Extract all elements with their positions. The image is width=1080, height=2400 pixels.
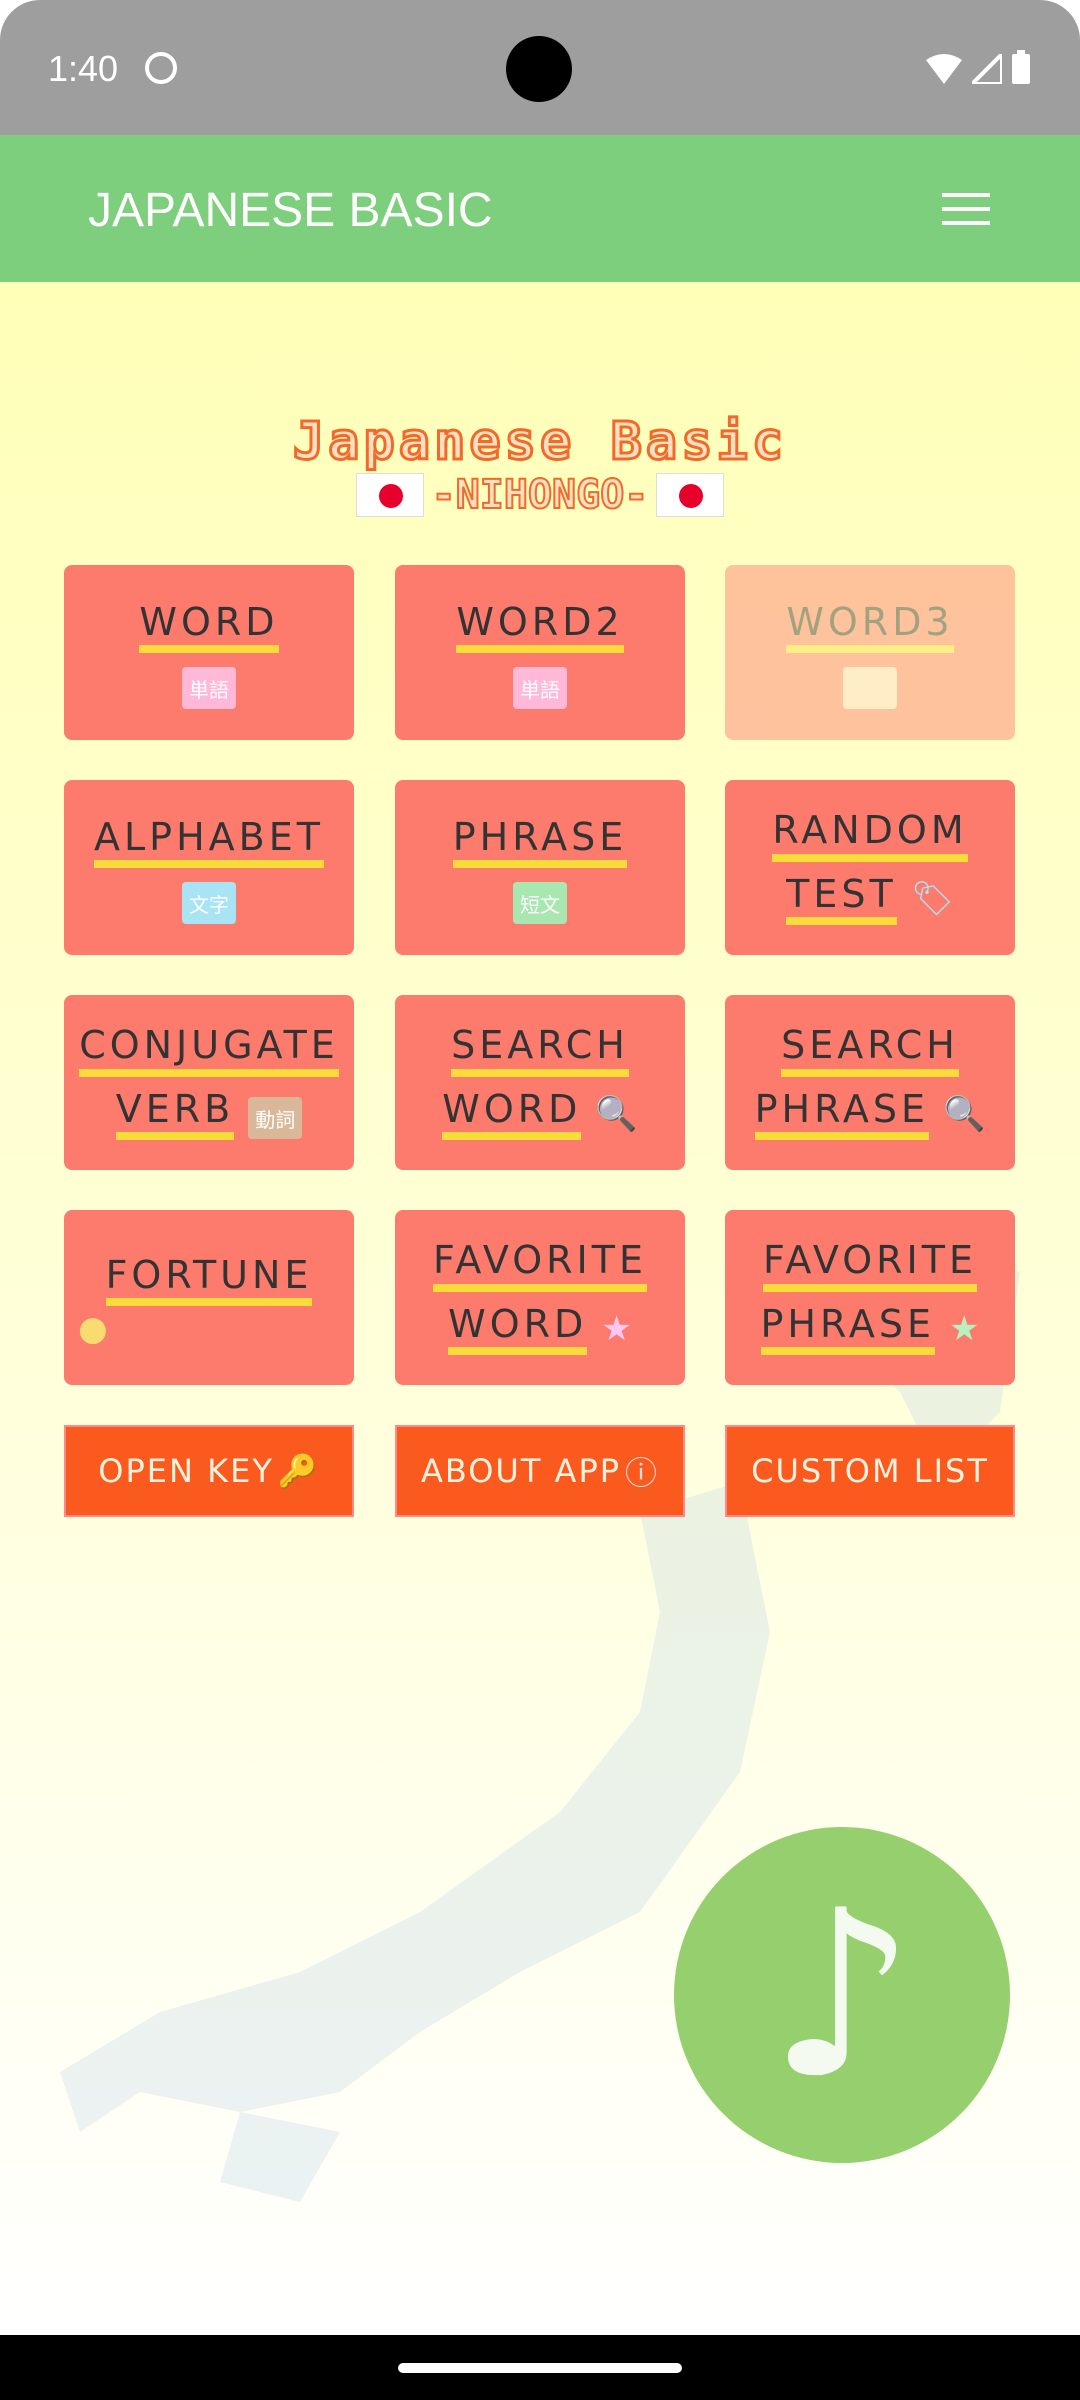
app-bar: JAPANESE BASIC	[0, 135, 1080, 282]
mango-icon: ●	[78, 1309, 108, 1350]
tile-label: FAVORITE	[432, 1239, 647, 1292]
tile-label: PHRASE	[760, 1303, 935, 1356]
tile-random-test[interactable]: RANDOM TEST 🏷	[725, 780, 1015, 955]
tile-label: FAVORITE	[762, 1239, 977, 1292]
open-key-button[interactable]: OPEN KEY 🔑	[64, 1425, 354, 1517]
logo-subtitle: -NIHONGO-	[0, 471, 1080, 519]
tile-label: SEARCH	[781, 1024, 959, 1077]
key-icon: 🔑	[277, 1452, 320, 1490]
tile-label: FORTUNE	[105, 1254, 313, 1307]
camera-cutout	[506, 36, 572, 102]
tile-fortune[interactable]: FORTUNE ●	[64, 1210, 354, 1385]
tile-search-word[interactable]: SEARCH WORD 🔍	[395, 995, 685, 1170]
about-app-button[interactable]: ABOUT APP ⓘ	[395, 1425, 685, 1517]
status-bar: 1:40	[0, 0, 1080, 135]
button-label: OPEN KEY	[98, 1452, 274, 1490]
tile-label: PHRASE	[754, 1088, 930, 1141]
wifi-icon	[926, 54, 962, 84]
tile-label: PHRASE	[452, 816, 628, 869]
tile-label: CONJUGATE	[79, 1024, 339, 1077]
main-content: Japanese Basic -NIHONGO- WORD 単語 WORD2 単語 WO…	[0, 282, 1080, 2335]
tile-word[interactable]: WORD 単語	[64, 565, 354, 740]
book-icon: 動詞	[248, 1097, 303, 1140]
cat-notification-icon	[145, 52, 177, 84]
tile-favorite-word[interactable]: FAVORITE WORD ★	[395, 1210, 685, 1385]
japan-flag-icon	[656, 473, 725, 517]
tile-label: WORD3	[786, 601, 954, 654]
signal-icon	[972, 54, 1002, 84]
tag-icon: 🏷	[910, 879, 954, 920]
button-label: CUSTOM LIST	[751, 1452, 989, 1490]
logo-title: Japanese Basic	[291, 411, 788, 474]
tile-conjugate-verb[interactable]: CONJUGATE VERB 動詞	[64, 995, 354, 1170]
book-icon: 単語	[513, 667, 567, 710]
button-label: ABOUT APP	[420, 1452, 622, 1490]
tile-favorite-phrase[interactable]: FAVORITE PHRASE ★	[725, 1210, 1015, 1385]
tile-label: VERB	[115, 1088, 235, 1141]
tile-word2[interactable]: WORD2 単語	[395, 565, 685, 740]
tile-label: WORD	[139, 601, 279, 654]
star-icon: ★	[601, 1309, 632, 1350]
navigation-bar	[0, 2335, 1080, 2400]
search-icon: 🔍	[943, 1094, 986, 1135]
music-toggle-button[interactable]: ♪	[674, 1827, 1010, 2163]
book-icon: 短文	[513, 882, 567, 925]
tile-label: ALPHABET	[94, 816, 324, 869]
tile-label: SEARCH	[451, 1024, 629, 1077]
book-icon: 文字	[182, 882, 236, 925]
japan-flag-icon	[355, 473, 424, 517]
book-icon: 単語	[182, 667, 236, 710]
tile-label: WORD	[442, 1088, 582, 1141]
tile-label: WORD2	[456, 601, 624, 654]
star-icon: ★	[949, 1309, 980, 1350]
battery-icon	[1012, 50, 1030, 84]
logo-subtitle-text: -NIHONGO-	[431, 471, 650, 519]
tile-word3[interactable]: WORD3	[725, 565, 1015, 740]
tile-search-phrase[interactable]: SEARCH PHRASE 🔍	[725, 995, 1015, 1170]
tile-phrase[interactable]: PHRASE 短文	[395, 780, 685, 955]
music-note-icon: ♪	[768, 1861, 916, 2129]
home-handle[interactable]	[398, 2363, 682, 2373]
hamburger-menu-icon[interactable]	[942, 193, 990, 225]
app-title: JAPANESE BASIC	[88, 184, 493, 237]
help-circle-icon: ⓘ	[625, 1454, 660, 1492]
custom-list-button[interactable]: CUSTOM LIST	[725, 1425, 1015, 1517]
tile-label: TEST	[786, 873, 897, 926]
tile-label: WORD	[448, 1303, 588, 1356]
search-icon: 🔍	[595, 1094, 638, 1135]
tile-alphabet[interactable]: ALPHABET 文字	[64, 780, 354, 955]
book-icon	[843, 667, 897, 710]
tile-label: RANDOM	[772, 809, 968, 862]
status-time: 1:40	[48, 48, 119, 89]
